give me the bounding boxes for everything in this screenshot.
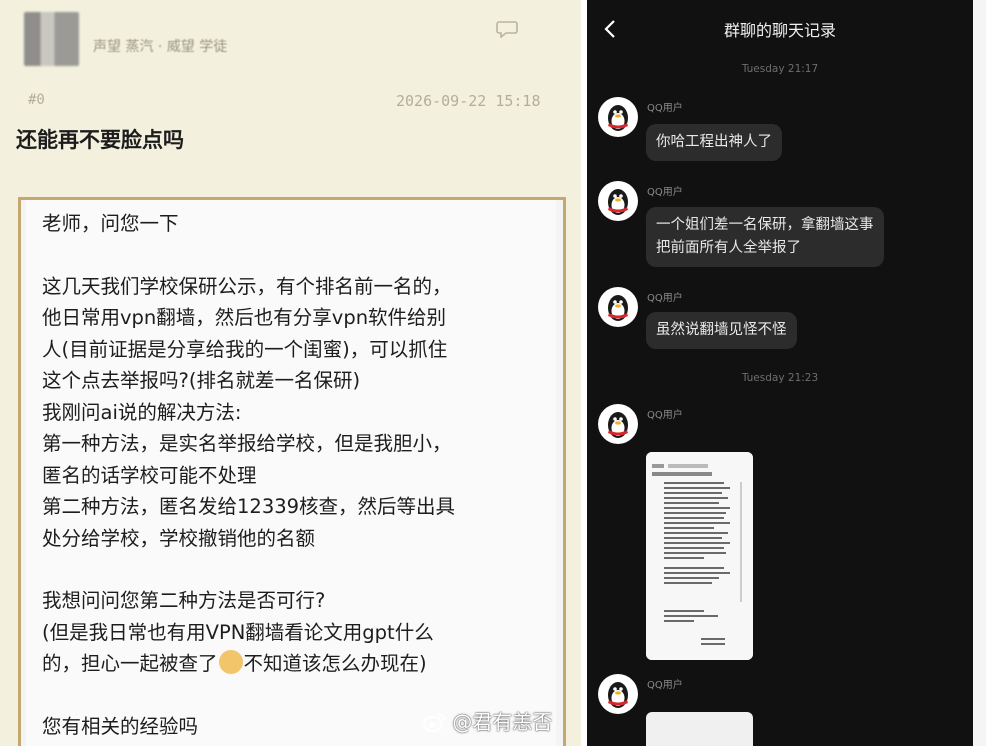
penguin-icon xyxy=(608,295,628,321)
image-message-thumbnail[interactable] xyxy=(646,712,753,746)
message-line: 匿名的话学校可能不处理 xyxy=(42,463,257,487)
message-line: 不知道该怎么办现在) xyxy=(243,652,427,675)
message-line: 这几天我们学校保研公示，有个排名前一名的， xyxy=(42,274,452,298)
forum-post-panel: 声望 蒸汽 · 威望 学徒 #0 2026-09-22 15:18 还能再不要脸… xyxy=(0,0,581,746)
chat-title: 群聊的聊天记录 xyxy=(723,21,836,40)
qq-penguin-avatar[interactable] xyxy=(598,674,638,714)
message-screenshot: 老师，问您一下 这几天我们学校保研公示，有个排名前一名的， 他日常用vpn翻墙，… xyxy=(26,200,556,746)
image-message-thumbnail[interactable] xyxy=(646,452,753,660)
document-screenshot-image xyxy=(646,452,753,660)
penguin-icon xyxy=(608,412,628,438)
message-body: 老师，问您一下 这几天我们学校保研公示，有个排名前一名的， 他日常用vpn翻墙，… xyxy=(42,208,552,742)
chat-message-line: 把前面所有人全举报了 xyxy=(656,240,801,256)
message-line-with-emoji: 的，担心一起被查了 不知道该怎么办现在) xyxy=(42,648,552,680)
user-avatar[interactable] xyxy=(24,12,79,66)
chat-message: 虽然说翻墙见怪不怪 xyxy=(646,312,797,349)
message-line: (但是我日常也有用VPN翻墙看论文用gpt什么 xyxy=(42,620,434,644)
timestamp: Tuesday 21:17 xyxy=(741,63,819,75)
sender-name: QQ用户 xyxy=(647,680,683,691)
penguin-icon xyxy=(608,682,628,708)
sender-name: QQ用户 xyxy=(647,293,683,304)
post-date: 2026-09-22 15:18 xyxy=(396,92,541,110)
message-line: 第二种方法，匿名发给12339核查，然后等出具 xyxy=(42,495,456,518)
reply-icon[interactable] xyxy=(496,20,518,38)
penguin-icon xyxy=(608,189,628,215)
chat-message-line: 一个姐们差一名保研，拿翻墙这事 xyxy=(656,217,874,233)
message-line: 处分给学校，学校撤销他的名额 xyxy=(42,526,316,550)
sender-name: QQ用户 xyxy=(647,187,683,198)
weibo-logo-icon xyxy=(423,713,445,732)
worried-face-icon xyxy=(218,650,243,674)
weibo-watermark: @君有恙否 xyxy=(422,706,592,738)
message-line: 的，担心一起被查了 xyxy=(42,652,218,675)
qq-penguin-avatar[interactable] xyxy=(598,287,638,327)
qq-penguin-avatar[interactable] xyxy=(598,181,638,221)
message-line: 第一种方法，是实名举报给学校，但是我胆小， xyxy=(42,432,452,455)
message-line: 我想问问您第二种方法是否可行? xyxy=(42,589,326,612)
post-title: 还能再不要脸点吗 xyxy=(16,128,184,152)
page-edge xyxy=(973,0,986,746)
message-line: 老师，问您一下 xyxy=(42,212,179,235)
sender-name: QQ用户 xyxy=(647,103,683,114)
chat-history-panel: 群聊的聊天记录 Tuesday 21:17 QQ用户 你哈工程出神人了 QQ用户… xyxy=(587,0,973,746)
penguin-icon xyxy=(608,105,628,131)
watermark-text: @君有恙否 xyxy=(452,710,553,734)
timestamp: Tuesday 21:23 xyxy=(741,372,819,384)
message-line: 这个点去举报吗?(排名就差一名保研) xyxy=(42,369,361,392)
post-number: #0 xyxy=(28,92,45,108)
message-line: 人(目前证据是分享给我的一个闺蜜)，可以抓住 xyxy=(42,337,448,361)
message-line: 他日常用vpn翻墙，然后也有分享vpn软件给别 xyxy=(42,306,447,329)
qq-penguin-avatar[interactable] xyxy=(598,404,638,444)
sender-name: QQ用户 xyxy=(647,410,683,421)
screenshot-card: 老师，问您一下 这几天我们学校保研公示，有个排名前一名的， 他日常用vpn翻墙，… xyxy=(18,197,566,746)
message-line: 我刚问ai说的解决方法: xyxy=(42,400,242,424)
chat-message: 你哈工程出神人了 xyxy=(646,124,782,161)
qq-penguin-avatar[interactable] xyxy=(598,97,638,137)
chat-message: 一个姐们差一名保研，拿翻墙这事 把前面所有人全举报了 xyxy=(646,207,884,267)
user-reputation: 声望 蒸汽 · 威望 学徒 xyxy=(93,39,228,55)
